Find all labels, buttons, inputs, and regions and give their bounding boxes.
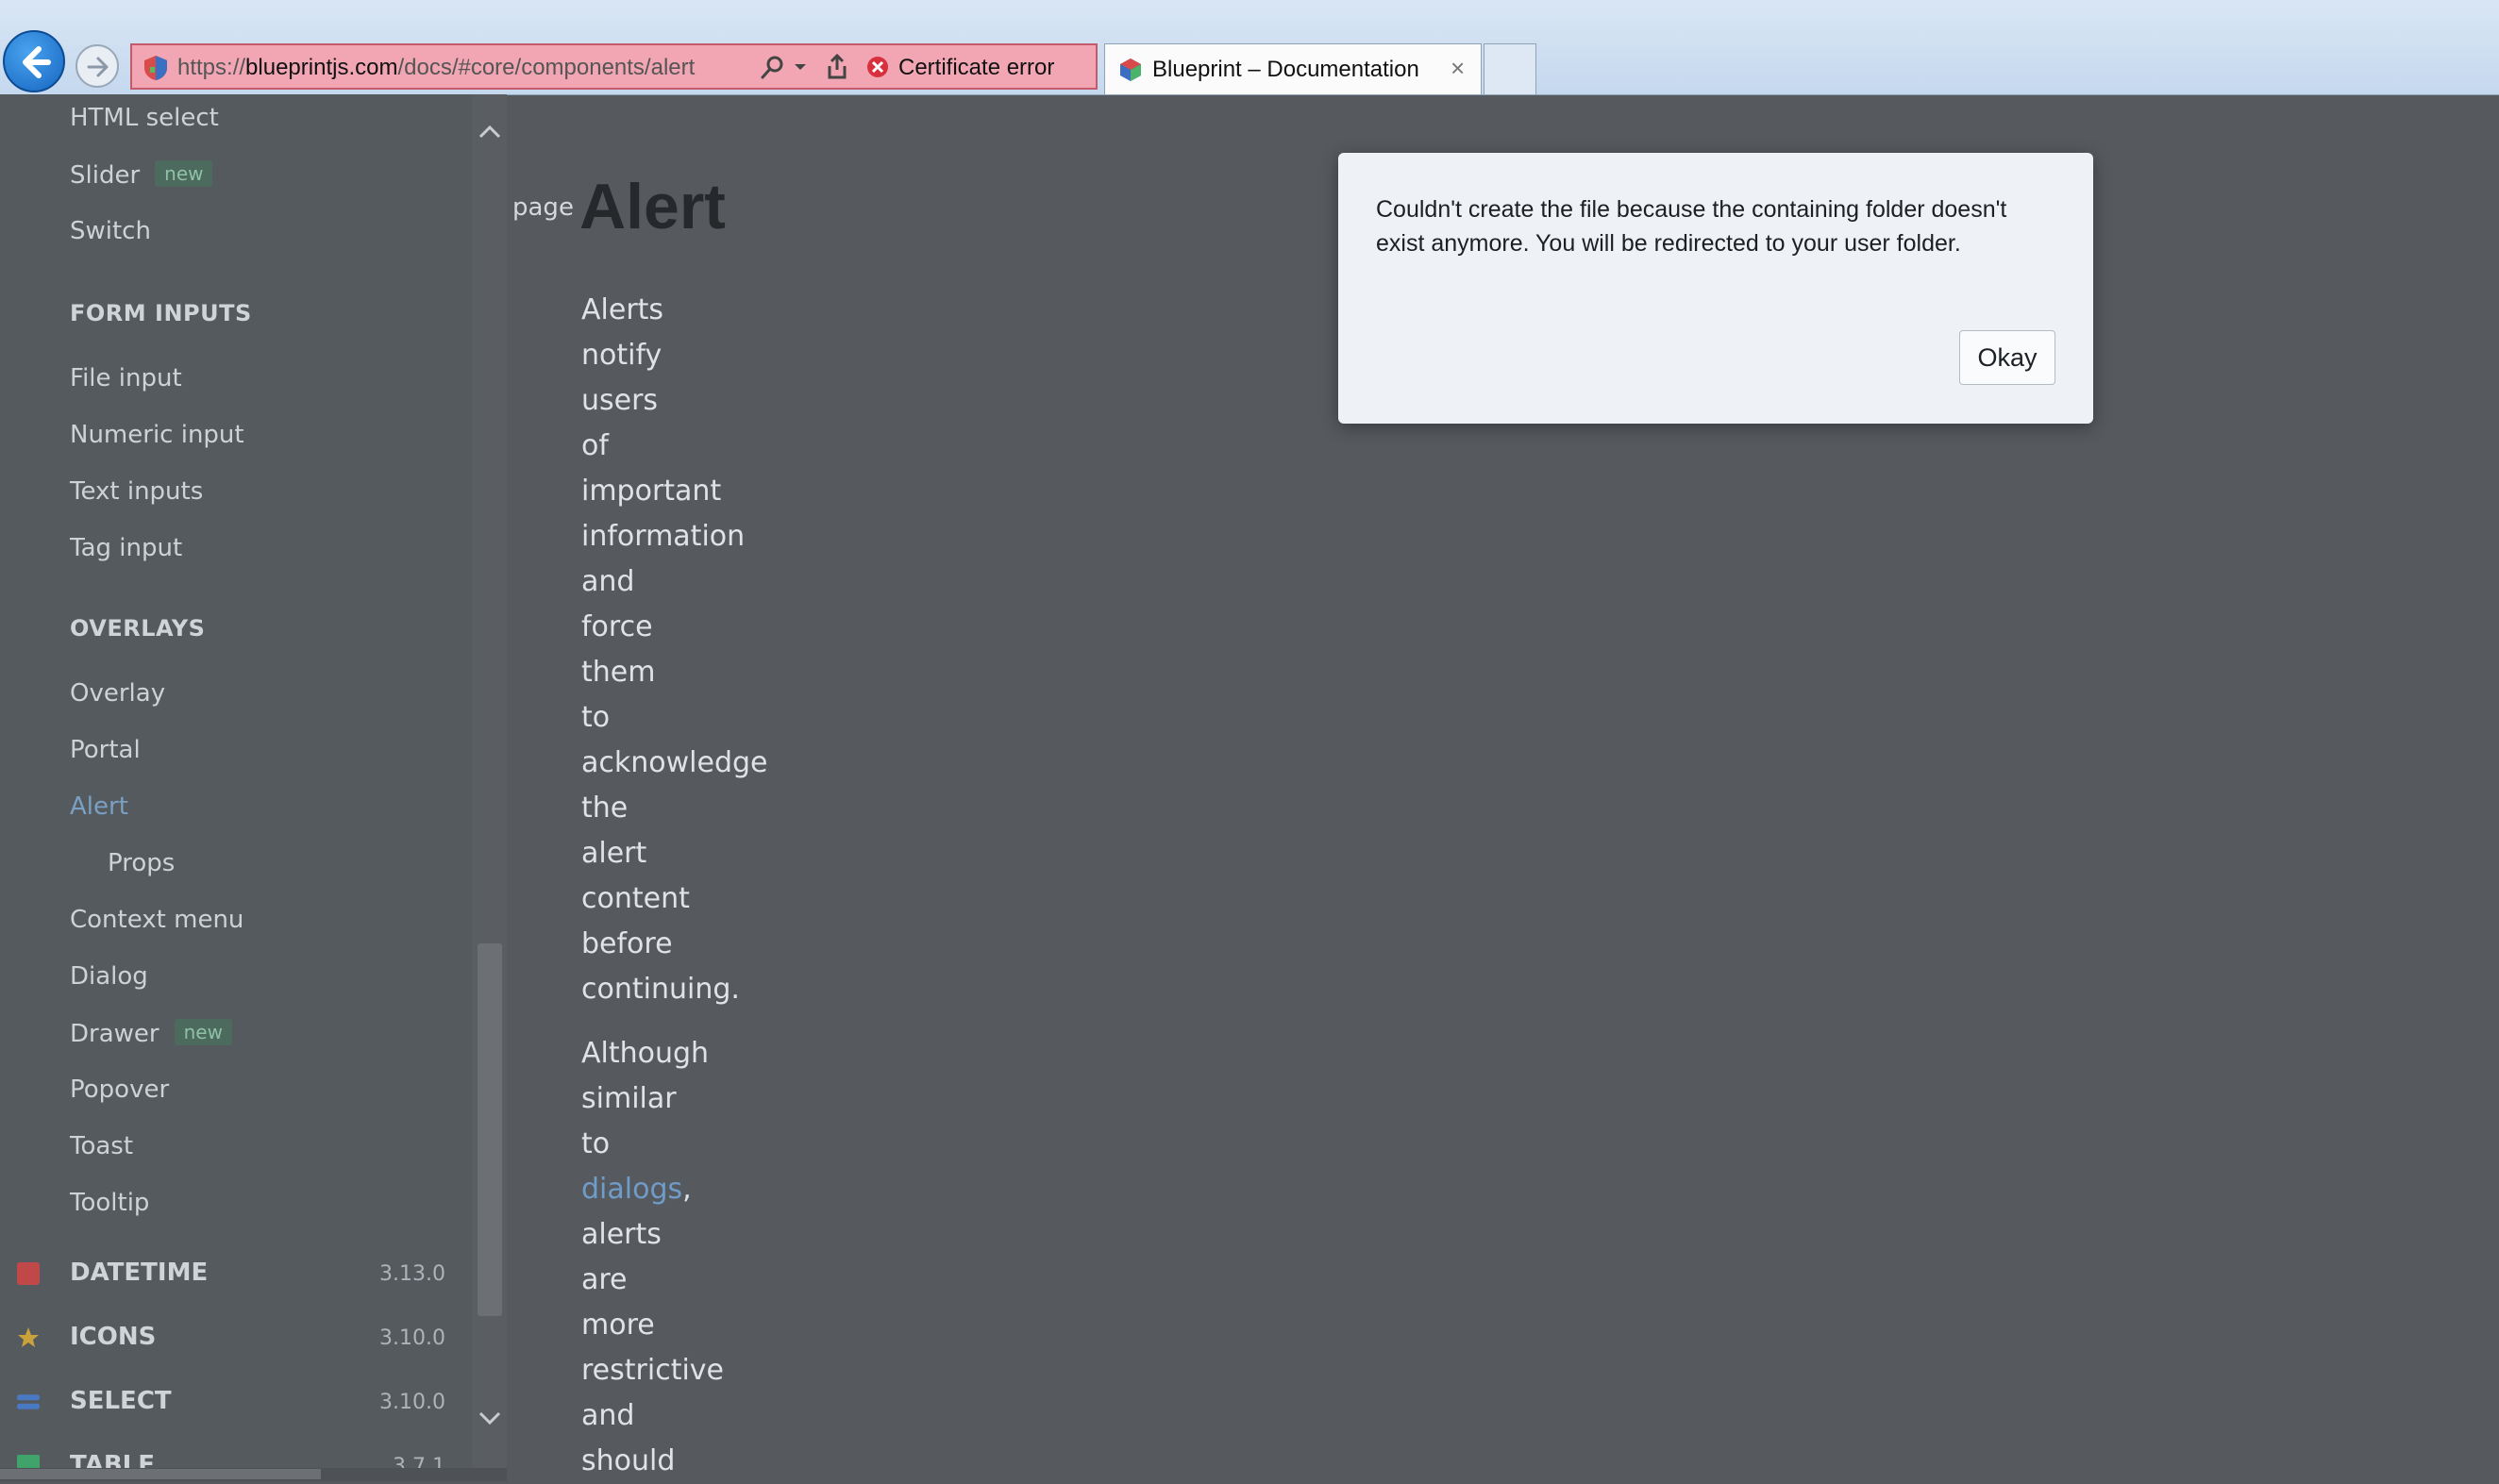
certificate-error-icon[interactable] [866, 56, 889, 78]
sidebar-item-props[interactable]: Props [108, 849, 175, 877]
paragraph-word: should [581, 1444, 676, 1477]
sidebar-item-tag-input[interactable]: Tag input [70, 534, 182, 562]
paragraph-punctuation: , [682, 1173, 692, 1206]
sidebar: HTML select Slider new Switch FORM INPUTS… [0, 94, 507, 1481]
sidebar-item-dialog[interactable]: Dialog [70, 962, 148, 991]
forward-button[interactable] [75, 44, 119, 88]
sidebar-item-text-inputs[interactable]: Text inputs [70, 477, 203, 506]
sidebar-item-overlay[interactable]: Overlay [70, 679, 165, 708]
paragraph-word: alert [581, 837, 647, 870]
alert-dialog: Couldn't create the file because the con… [1338, 153, 2093, 424]
package-datetime[interactable]: DATETIME 3.13.0 [0, 1255, 453, 1296]
paragraph-word: before [581, 927, 673, 960]
sidebar-item-popover[interactable]: Popover [70, 1075, 169, 1104]
paragraph-word: Although [581, 1037, 710, 1070]
horizontal-scrollbar-thumb[interactable] [0, 1469, 321, 1479]
paragraph-word: of [581, 429, 609, 462]
url-scheme: https:// [177, 55, 246, 80]
sidebar-item-label: Switch [70, 217, 151, 245]
paragraph-word: restrictive [581, 1354, 724, 1387]
okay-button[interactable]: Okay [1959, 330, 2055, 385]
sidebar-item-label: Drawer [70, 1020, 159, 1048]
paragraph-word: notify [581, 339, 662, 372]
paragraph-word: them [581, 656, 656, 689]
sidebar-item-numeric-input[interactable]: Numeric input [70, 421, 244, 449]
package-version: 3.13.0 [379, 1262, 445, 1286]
url-domain: blueprintjs.com [245, 55, 398, 80]
sidebar-item-portal[interactable]: Portal [70, 736, 141, 764]
paragraph-link-row: dialogs, [581, 1167, 789, 1212]
new-badge: new [174, 1019, 232, 1045]
paragraph-word: force [581, 610, 653, 643]
alert-description-paragraph: Alerts notify users of important information a… [581, 288, 789, 1012]
paragraph-word: to [581, 701, 611, 734]
tab-close-icon[interactable]: × [1451, 54, 1465, 83]
dialogs-link[interactable]: dialogs [581, 1173, 682, 1206]
sidebar-item-slider[interactable]: Slider new [70, 160, 213, 190]
tab-blueprint-docs[interactable]: Blueprint – Documentation × [1104, 43, 1482, 94]
chevron-up-icon[interactable] [478, 123, 502, 140]
paragraph-word: acknowledge [581, 746, 768, 779]
package-version: 3.10.0 [379, 1326, 445, 1350]
package-name: DATETIME [70, 1259, 209, 1287]
paragraph-word: the [581, 792, 629, 825]
blueprint-favicon-icon [1120, 58, 1141, 81]
url-path: /docs/#core/components/alert [397, 55, 696, 80]
share-icon[interactable] [826, 54, 848, 80]
sidebar-item-file-input[interactable]: File input [70, 364, 182, 392]
new-badge: new [155, 160, 213, 187]
search-icon[interactable] [760, 54, 786, 80]
sidebar-item-drawer[interactable]: Drawer new [70, 1019, 232, 1048]
package-name: ICONS [70, 1323, 157, 1351]
dialog-comparison-paragraph: Although similar to dialogs, alerts are more re… [581, 1031, 789, 1484]
chevron-down-icon[interactable] [478, 1410, 502, 1427]
calendar-icon [17, 1262, 40, 1285]
paragraph-word: and [581, 1399, 635, 1432]
package-version: 3.10.0 [379, 1391, 445, 1414]
package-icons[interactable]: ICONS 3.10.0 [0, 1319, 453, 1360]
paragraph-word: to [581, 1127, 611, 1160]
paragraph-word: alerts [581, 1218, 662, 1251]
sidebar-item-alert[interactable]: Alert [70, 792, 128, 821]
star-icon [18, 1327, 39, 1347]
sidebar-scrollbar-thumb[interactable] [478, 943, 502, 1316]
paragraph-word: important [581, 475, 722, 508]
url-text[interactable]: https://blueprintjs.com/docs/#core/compo… [177, 55, 695, 81]
sidebar-item-tooltip[interactable]: Tooltip [70, 1189, 149, 1217]
arrow-right-icon [87, 57, 109, 77]
page-title: Alert [579, 171, 726, 242]
sidebar-item-toast[interactable]: Toast [70, 1132, 133, 1160]
paragraph-word: and [581, 565, 635, 598]
back-button[interactable] [3, 30, 65, 92]
select-icon [17, 1394, 40, 1409]
paragraph-word: content [581, 882, 690, 915]
package-select[interactable]: SELECT 3.10.0 [0, 1383, 453, 1425]
section-heading-form-inputs: FORM INPUTS [70, 300, 252, 326]
tab-title: Blueprint – Documentation [1152, 57, 1419, 82]
paragraph-word: similar [581, 1082, 677, 1115]
paragraph-word: are [581, 1263, 628, 1296]
paragraph-word: Alerts [581, 293, 664, 326]
browser-toolbar: https://blueprintjs.com/docs/#core/compo… [0, 0, 2499, 95]
sidebar-item-html-select[interactable]: HTML select [70, 104, 219, 132]
alert-message: Couldn't create the file because the con… [1376, 196, 2007, 257]
chevron-down-icon[interactable] [793, 62, 808, 72]
site-shield-icon [144, 56, 167, 80]
paragraph-word: information [581, 520, 746, 553]
package-name: SELECT [70, 1387, 172, 1415]
paragraph-word: users [581, 384, 659, 417]
sidebar-item-label: HTML select [70, 104, 219, 132]
sidebar-item-switch[interactable]: Switch [70, 217, 151, 245]
address-bar[interactable]: https://blueprintjs.com/docs/#core/compo… [130, 43, 1098, 90]
paragraph-word: more [581, 1309, 655, 1342]
new-tab-button[interactable] [1484, 43, 1536, 94]
arrow-left-icon [23, 46, 51, 78]
paragraph-word: continuing. [581, 973, 740, 1006]
certificate-error-label[interactable]: Certificate error [898, 55, 1054, 81]
page-prefix: page [512, 193, 574, 222]
sidebar-item-label: Slider [70, 161, 141, 190]
sidebar-item-context-menu[interactable]: Context menu [70, 906, 243, 934]
section-heading-overlays: OVERLAYS [70, 615, 206, 642]
